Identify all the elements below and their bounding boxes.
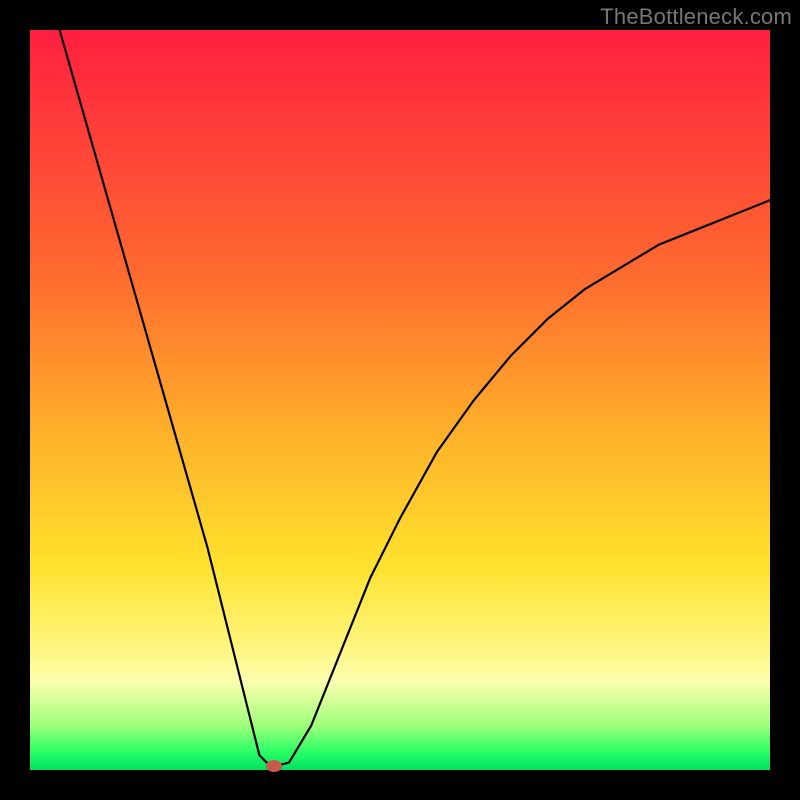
bottleneck-curve-path: [60, 30, 770, 766]
curve-svg: [30, 30, 770, 770]
optimal-point-marker: [266, 760, 282, 772]
watermark-text: TheBottleneck.com: [600, 4, 792, 30]
plot-area: [30, 30, 770, 770]
chart-stage: TheBottleneck.com: [0, 0, 800, 800]
